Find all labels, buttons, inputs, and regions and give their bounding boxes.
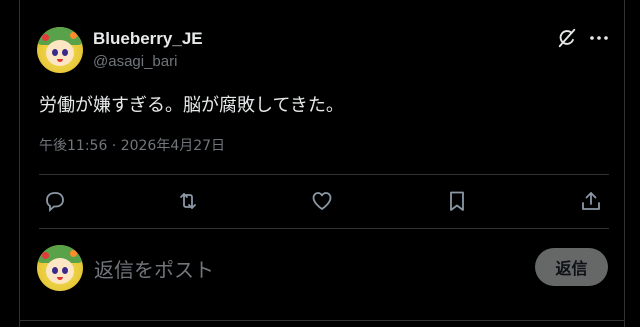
divider-top (39, 174, 609, 175)
reply-button[interactable] (43, 189, 69, 215)
author-avatar[interactable] (37, 27, 83, 73)
bookmark-icon (445, 191, 469, 217)
retweet-icon (176, 193, 200, 217)
grok-icon[interactable] (556, 27, 578, 49)
heart-icon (310, 192, 334, 217)
share-button[interactable] (579, 189, 605, 215)
author-display-name[interactable]: Blueberry_JE (93, 29, 203, 49)
author-handle[interactable]: @asagi_bari (93, 53, 177, 70)
reply-submit-button[interactable]: 返信 (535, 248, 608, 286)
frame-border-right (624, 0, 625, 327)
more-horizontal-icon[interactable] (588, 29, 610, 47)
current-user-avatar[interactable] (37, 245, 83, 291)
post-timestamp[interactable]: 午後11:56 · 2026年4月27日 (39, 135, 225, 155)
comment-icon (43, 192, 67, 217)
repost-button[interactable] (176, 189, 202, 215)
divider-footer (19, 320, 625, 321)
like-button[interactable] (310, 189, 336, 215)
post-text: 労働が嫌すぎる。脳が腐敗してきた。 (39, 95, 344, 116)
reply-input[interactable]: 返信をポスト (94, 254, 214, 283)
bookmark-button[interactable] (445, 189, 471, 215)
frame-border-left (19, 0, 20, 327)
share-icon (579, 192, 603, 217)
divider-bottom (39, 228, 609, 229)
